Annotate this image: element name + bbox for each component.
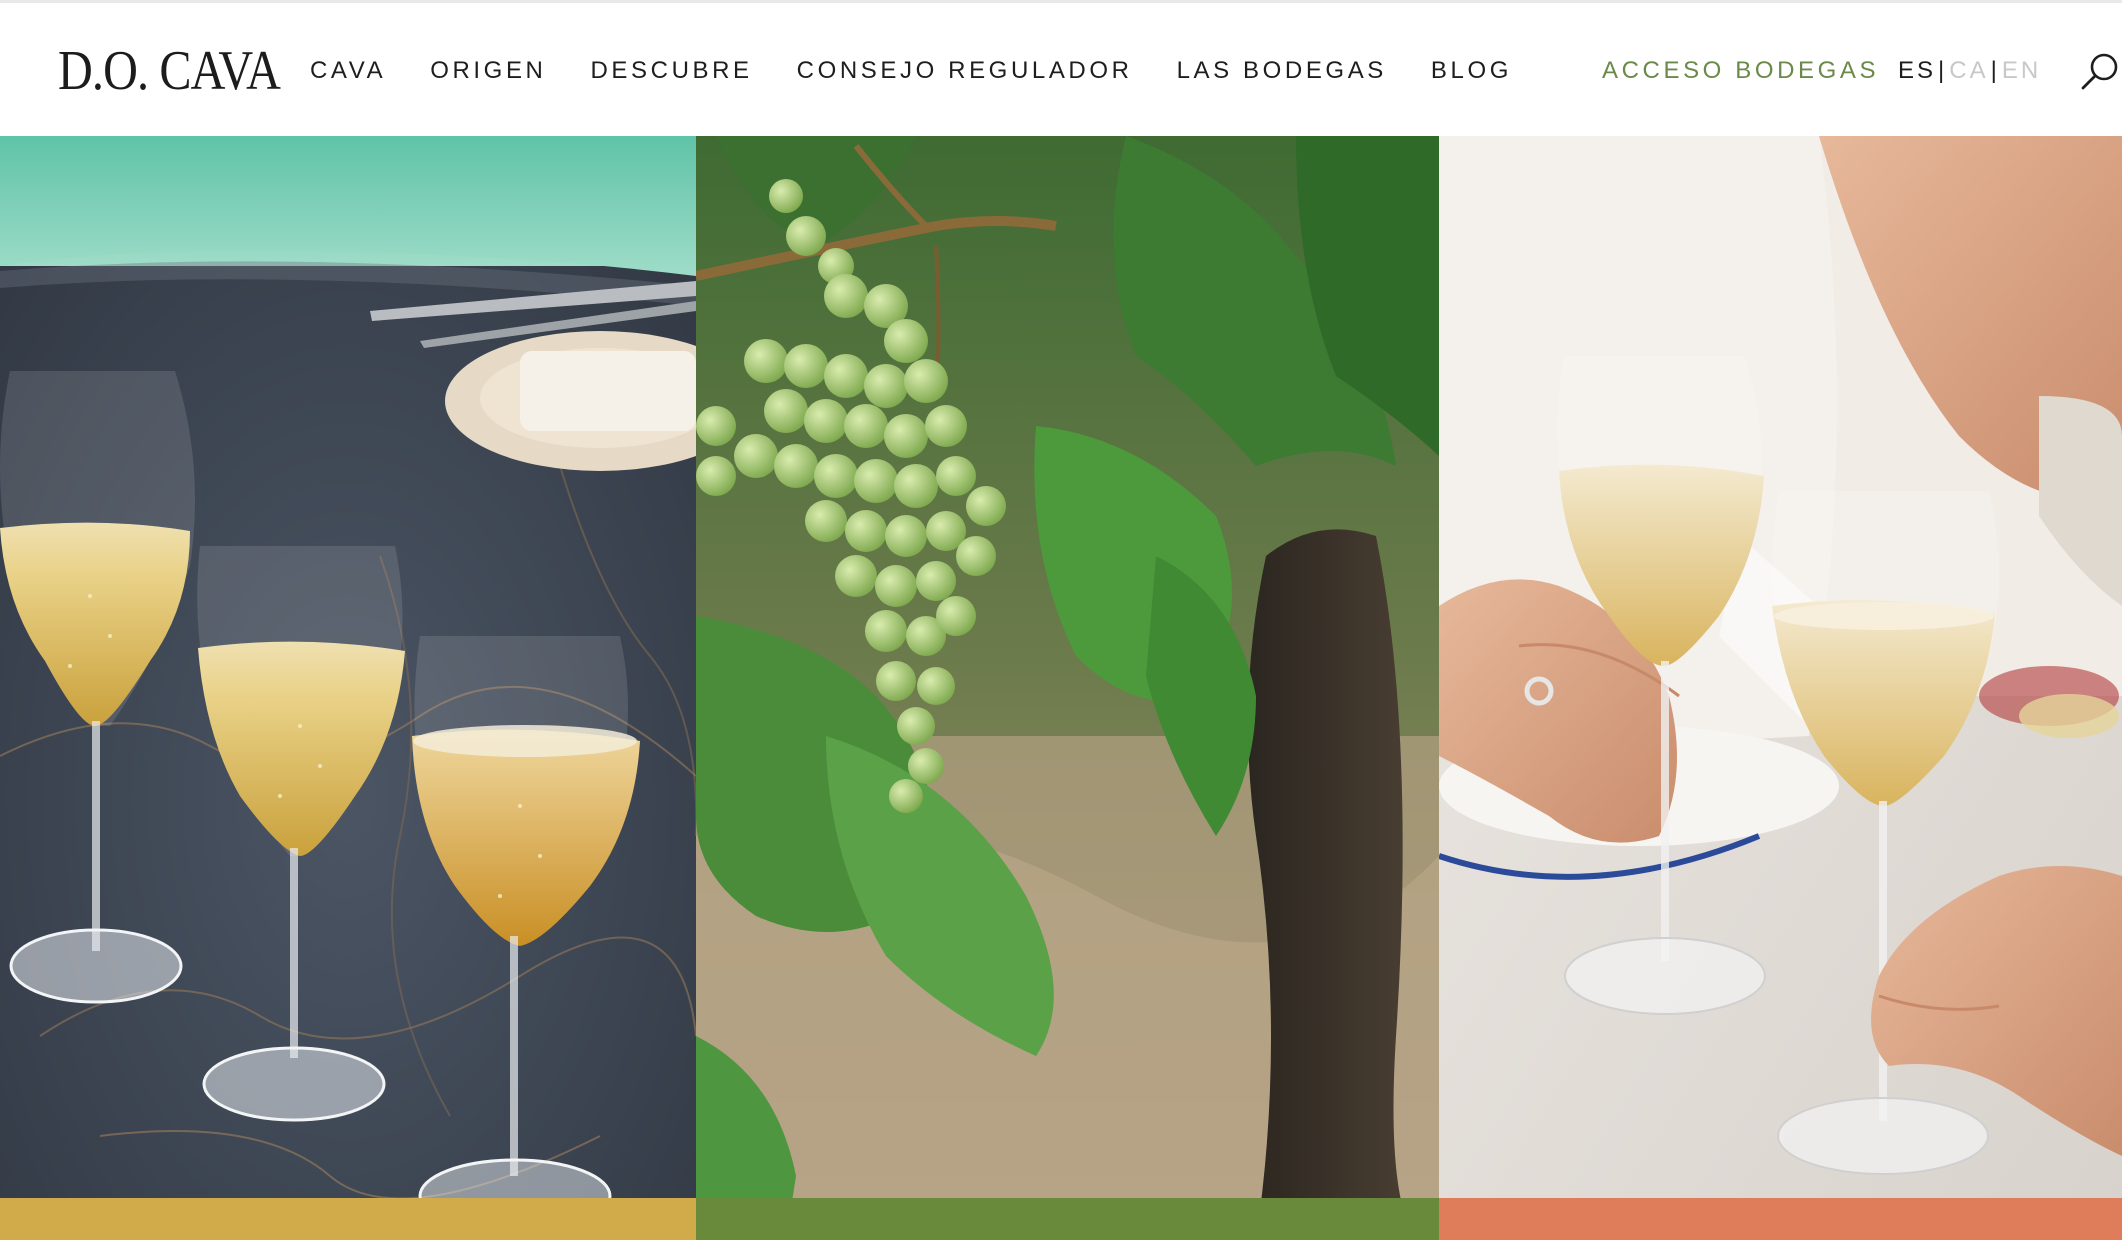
language-switcher: ES | CA | EN [1898,55,2041,87]
lang-separator: | [1938,57,1948,84]
nav-consejo-regulador[interactable]: CONSEJO REGULADOR [797,55,1133,87]
panel-color-band-green [696,1198,1439,1240]
lang-en[interactable]: EN [2002,55,2041,87]
toast-image [1439,136,2122,1240]
panel-color-band-coral [1439,1198,2122,1240]
lang-es[interactable]: ES [1898,55,1936,87]
lang-separator: | [1990,57,2000,84]
panel-grapes[interactable] [696,136,1439,1240]
nav-cava[interactable]: CAVA [310,55,386,87]
nav-descubre[interactable]: DESCUBRE [590,55,752,87]
grapes-image [696,136,1439,1240]
panel-cava-glasses[interactable] [0,136,696,1240]
logo[interactable]: D.O. CAVA [58,41,281,101]
cava-glasses-image [0,136,696,1240]
panel-color-band-gold [0,1198,696,1240]
nav-origen[interactable]: ORIGEN [430,55,546,87]
search-icon[interactable] [2078,49,2122,93]
hero-panels [0,136,2122,1240]
lang-ca[interactable]: CA [1949,55,1988,87]
panel-toast[interactable] [1439,136,2122,1240]
nav-blog[interactable]: BLOG [1431,55,1512,87]
acceso-bodegas-link[interactable]: ACCESO BODEGAS [1602,55,1879,87]
main-nav: CAVA ORIGEN DESCUBRE CONSEJO REGULADOR L… [310,55,1556,87]
nav-las-bodegas[interactable]: LAS BODEGAS [1177,55,1387,87]
site-header: D.O. CAVA CAVA ORIGEN DESCUBRE CONSEJO R… [0,3,2122,136]
